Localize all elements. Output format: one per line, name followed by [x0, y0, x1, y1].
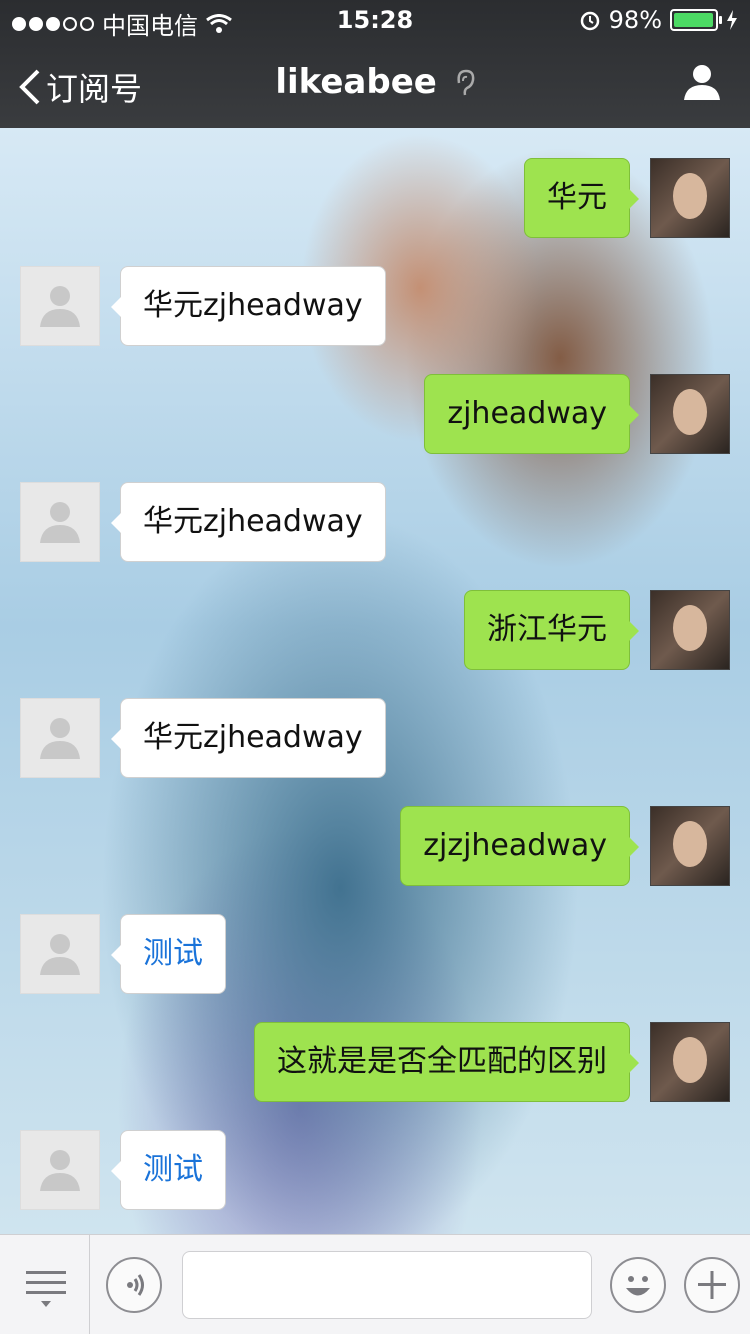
battery-icon: [670, 9, 722, 31]
chat-area[interactable]: 华元 华元zjheadway zjheadway 华元zjheadway 浙江华…: [0, 128, 750, 1234]
message-bubble-received-link[interactable]: 测试: [111, 914, 226, 994]
message-bubble-sent[interactable]: zjzjheadway: [400, 806, 639, 886]
my-avatar[interactable]: [650, 590, 730, 670]
message-bubble-sent[interactable]: 这就是是否全匹配的区别: [254, 1022, 639, 1102]
message-row: 测试: [0, 914, 750, 994]
menu-toggle-button[interactable]: [0, 1235, 90, 1334]
voice-icon: [127, 1274, 144, 1296]
status-right: 98%: [579, 6, 738, 34]
my-avatar[interactable]: [650, 374, 730, 454]
default-avatar-icon: [40, 1150, 80, 1191]
message-bubble-received[interactable]: 华元zjheadway: [111, 482, 386, 562]
message-row: 华元zjheadway: [0, 698, 750, 778]
message-row: 华元: [0, 158, 750, 238]
list-menu-icon: [26, 1271, 66, 1307]
message-bubble-received-link[interactable]: 测试: [111, 1130, 226, 1210]
contact-avatar[interactable]: [20, 1130, 100, 1210]
message-row: zjzjheadway: [0, 806, 750, 886]
contact-avatar[interactable]: [20, 698, 100, 778]
my-avatar[interactable]: [650, 158, 730, 238]
chat-title: likeabee: [0, 62, 750, 102]
user-icon: [684, 65, 720, 100]
battery-percent: 98%: [608, 6, 662, 34]
message-row: 华元zjheadway: [0, 266, 750, 346]
message-bubble-received[interactable]: 华元zjheadway: [111, 698, 386, 778]
my-avatar[interactable]: [650, 1022, 730, 1102]
chat-title-text: likeabee: [275, 62, 437, 102]
default-avatar-icon: [40, 286, 80, 327]
message-row: 浙江华元: [0, 590, 750, 670]
message-bubble-sent[interactable]: zjheadway: [424, 374, 639, 454]
message-bubble-received[interactable]: 华元zjheadway: [111, 266, 386, 346]
message-row: 这就是是否全匹配的区别: [0, 1022, 750, 1102]
message-bubble-sent[interactable]: 华元: [524, 158, 639, 238]
message-row: 测试: [0, 1130, 750, 1210]
message-bubble-sent[interactable]: 浙江华元: [464, 590, 639, 670]
message-row: zjheadway: [0, 374, 750, 454]
emoji-button[interactable]: [610, 1257, 666, 1313]
charging-icon: [727, 10, 737, 30]
alarm-icon: [580, 11, 599, 31]
default-avatar-icon: [40, 934, 80, 975]
default-avatar-icon: [40, 718, 80, 759]
voice-button[interactable]: [106, 1257, 162, 1313]
nav-bar: 订阅号 likeabee: [0, 40, 750, 128]
contact-avatar[interactable]: [20, 266, 100, 346]
emoji-icon: [626, 1276, 650, 1296]
contact-avatar[interactable]: [20, 482, 100, 562]
plus-icon: [698, 1271, 726, 1299]
contact-avatar[interactable]: [20, 914, 100, 994]
add-more-button[interactable]: [684, 1257, 740, 1313]
input-bar: [0, 1234, 750, 1334]
ear-icon: [457, 69, 475, 95]
message-input[interactable]: [182, 1251, 592, 1319]
top-bar: 中国电信 15:28 98% 订阅号 likeabee: [0, 0, 750, 128]
status-bar: 中国电信 15:28 98%: [0, 0, 750, 40]
my-avatar[interactable]: [650, 806, 730, 886]
profile-button[interactable]: [682, 62, 722, 106]
default-avatar-icon: [40, 502, 80, 543]
message-row: 华元zjheadway: [0, 482, 750, 562]
